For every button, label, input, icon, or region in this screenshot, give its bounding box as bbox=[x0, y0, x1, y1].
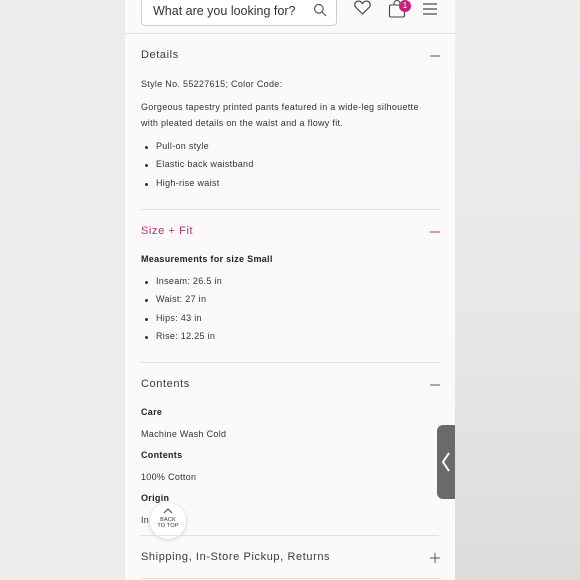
side-drawer-tab[interactable] bbox=[437, 425, 455, 499]
bullet-dot bbox=[145, 146, 148, 149]
style-number: Style No. 55227615; Color Code: bbox=[141, 79, 283, 89]
back-to-top-label: TO TOP bbox=[157, 523, 179, 529]
heart-icon[interactable] bbox=[354, 0, 371, 15]
care-label: Care bbox=[141, 407, 163, 417]
search-box[interactable] bbox=[141, 0, 337, 26]
shipping-section-title[interactable]: Shipping, In-Store Pickup, Returns bbox=[141, 551, 330, 563]
collapse-icon[interactable] bbox=[430, 380, 440, 390]
chevron-up-icon bbox=[163, 508, 173, 514]
menu-icon[interactable] bbox=[423, 3, 437, 15]
measurement-item: Rise: 12.25 in bbox=[156, 331, 216, 341]
search-icon[interactable] bbox=[313, 3, 327, 17]
detail-bullet: Elastic back waistband bbox=[156, 159, 254, 169]
product-info-page: 1 Details Style No. 55227615; Color Code… bbox=[125, 0, 455, 580]
measurements-heading: Measurements for size Small bbox=[141, 254, 273, 264]
detail-bullet: Pull-on style bbox=[156, 141, 209, 151]
measurement-item: Hips: 43 in bbox=[156, 313, 202, 323]
section-divider bbox=[141, 535, 439, 536]
bullet-dot bbox=[145, 281, 148, 284]
description-line-1: Gorgeous tapestry printed pants featured… bbox=[141, 102, 419, 112]
search-input[interactable] bbox=[153, 1, 303, 21]
size-fit-section-title[interactable]: Size + Fit bbox=[141, 225, 193, 237]
bullet-dot bbox=[145, 299, 148, 302]
measurement-item: Inseam: 26.5 in bbox=[156, 276, 223, 286]
detail-bullet: High-rise waist bbox=[156, 178, 220, 188]
header: 1 bbox=[125, 0, 455, 34]
details-section-title[interactable]: Details bbox=[141, 49, 179, 61]
section-divider bbox=[141, 209, 439, 210]
description-line-2: with pleated details on the waist and a … bbox=[141, 118, 344, 128]
collapse-icon[interactable] bbox=[430, 227, 440, 237]
bag-count-badge: 1 bbox=[399, 0, 411, 12]
measurement-item: Waist: 27 in bbox=[156, 294, 207, 304]
bullet-dot bbox=[145, 164, 148, 167]
bullet-dot bbox=[145, 183, 148, 186]
section-divider bbox=[141, 362, 439, 363]
back-to-top-button[interactable]: BACK TO TOP bbox=[150, 503, 186, 539]
expand-icon[interactable] bbox=[430, 553, 440, 563]
section-divider bbox=[141, 578, 439, 579]
background-right bbox=[455, 0, 580, 580]
collapse-icon[interactable] bbox=[430, 51, 440, 61]
shopping-bag[interactable]: 1 bbox=[388, 0, 412, 20]
contents-label: Contents bbox=[141, 450, 183, 460]
contents-section-title[interactable]: Contents bbox=[141, 378, 190, 390]
header-divider bbox=[125, 33, 455, 34]
contents-value: 100% Cotton bbox=[141, 472, 197, 482]
care-value: Machine Wash Cold bbox=[141, 429, 227, 439]
origin-value: In bbox=[141, 515, 150, 525]
bullet-dot bbox=[145, 318, 148, 321]
chevron-left-icon bbox=[441, 452, 450, 472]
bullet-dot bbox=[145, 336, 148, 339]
